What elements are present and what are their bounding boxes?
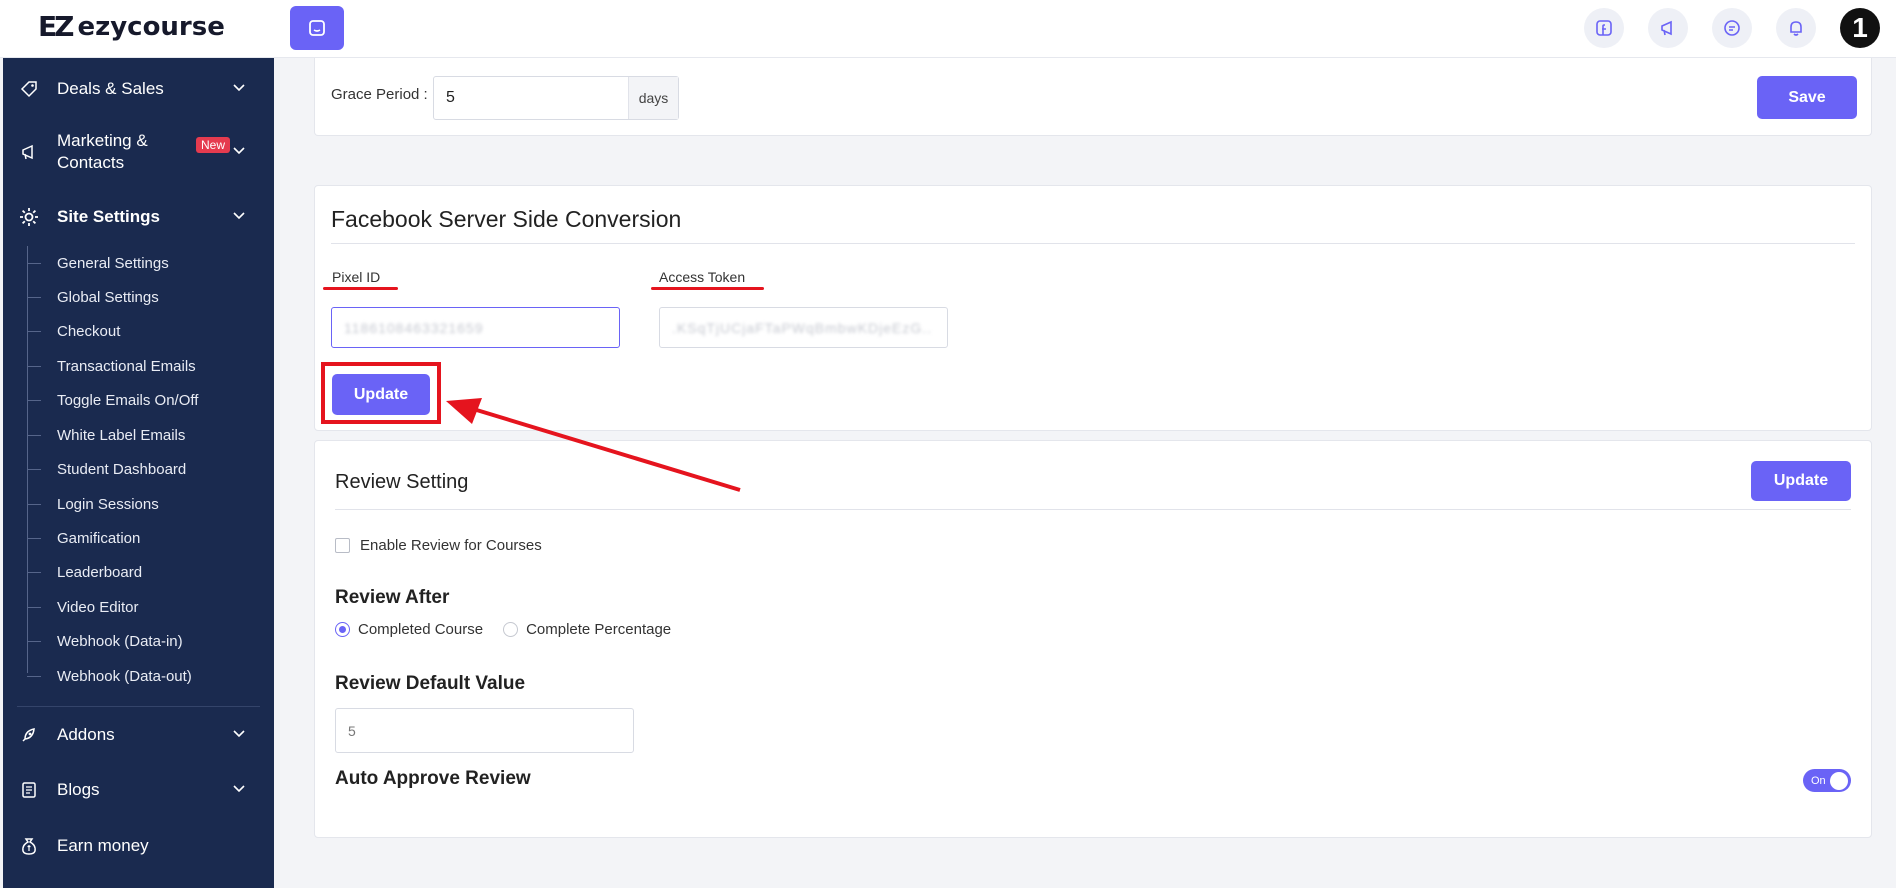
save-button[interactable]: Save — [1757, 76, 1857, 119]
facebook-conversion-card: Facebook Server Side Conversion Pixel ID… — [314, 185, 1872, 431]
review-default-value: 5 — [348, 722, 356, 739]
megaphone-icon — [1661, 20, 1672, 36]
brand-name: ezycourse — [77, 11, 225, 42]
logo-mark-icon: EZ — [38, 10, 74, 43]
toggle-on-label: On — [1811, 774, 1826, 787]
app-switch-button[interactable] — [290, 6, 344, 50]
avatar[interactable]: 1 — [1840, 8, 1880, 48]
enable-review-checkbox[interactable] — [335, 538, 350, 553]
sidebar-subitem-video-editor[interactable]: Video Editor — [27, 590, 138, 624]
completed-course-radio[interactable] — [335, 622, 350, 637]
grace-period-label: Grace Period : — [331, 86, 428, 103]
update-annotation-box — [321, 362, 441, 424]
review-after-title: Review After — [335, 587, 450, 608]
sidebar-subitem-general-settings[interactable]: General Settings — [27, 246, 169, 280]
sidebar-subitem-toggle-emails[interactable]: Toggle Emails On/Off — [27, 383, 198, 417]
gear-icon — [17, 205, 41, 229]
pixel-id-label: Pixel ID — [332, 269, 381, 285]
sidebar-item-label: Site Settings — [57, 207, 160, 226]
rocket-icon — [17, 723, 41, 747]
complete-percentage-radio[interactable] — [503, 622, 519, 637]
auto-approve-title: Auto Approve Review — [335, 768, 531, 789]
brand-logo[interactable]: EZ ezycourse — [38, 10, 225, 43]
document-icon — [17, 778, 41, 802]
completed-course-label: Completed Course — [358, 621, 484, 638]
new-badge: New — [196, 137, 231, 153]
sidebar-item-label: Marketing & Contacts — [57, 131, 148, 172]
sidebar-subitem-webhook-out[interactable]: Webhook (Data-out) — [27, 659, 192, 693]
review-after-options: Completed Course Complete Percentage — [335, 621, 671, 638]
sidebar-item-earn-money[interactable]: Earn money — [3, 829, 274, 863]
pixel-id-annotation-underline — [323, 287, 398, 290]
card-divider — [331, 243, 1855, 244]
sidebar-subitem-webhook-in[interactable]: Webhook (Data-in) — [27, 624, 183, 658]
facebook-button[interactable] — [1584, 8, 1624, 48]
auto-approve-toggle[interactable]: On — [1803, 769, 1851, 792]
chat-icon — [1724, 20, 1740, 36]
top-bar: EZ ezycourse 1 — [0, 0, 1896, 58]
sidebar-item-label: Earn money — [57, 836, 149, 855]
chevron-down-icon — [232, 142, 246, 162]
review-default-input[interactable]: 5 — [335, 708, 634, 753]
sidebar-subitem-login-sessions[interactable]: Login Sessions — [27, 487, 159, 521]
sidebar-item-label: Blogs — [57, 780, 100, 799]
sidebar-item-deals[interactable]: Deals & Sales — [3, 72, 274, 106]
sidebar-item-site-settings[interactable]: Site Settings — [3, 200, 274, 234]
top-icons: 1 — [1584, 8, 1880, 48]
sidebar-subitem-gamification[interactable]: Gamification — [27, 521, 140, 555]
review-default-title: Review Default Value — [335, 673, 526, 694]
access-token-label: Access Token — [659, 269, 746, 285]
sidebar-subitem-white-label-emails[interactable]: White Label Emails — [27, 418, 185, 452]
chevron-down-icon — [232, 79, 246, 99]
sidebar-subitem-global-settings[interactable]: Global Settings — [27, 280, 159, 314]
enable-review-row: Enable Review for Courses — [335, 537, 542, 554]
review-update-button[interactable]: Update — [1751, 461, 1851, 501]
facebook-conversion-title: Facebook Server Side Conversion — [331, 206, 682, 232]
enable-review-label: Enable Review for Courses — [360, 537, 542, 554]
chevron-down-icon — [232, 780, 246, 800]
sidebar-item-marketing[interactable]: Marketing & Contacts New — [3, 128, 274, 176]
chevron-down-icon — [232, 725, 246, 745]
review-setting-card: Review Setting Update Enable Review for … — [314, 440, 1872, 838]
announcements-button[interactable] — [1648, 8, 1688, 48]
sidebar: Deals & Sales Marketing & Contacts New S… — [3, 58, 274, 888]
notifications-button[interactable] — [1776, 8, 1816, 48]
grace-period-input[interactable]: 5 — [434, 77, 628, 119]
access-token-annotation-underline — [651, 287, 764, 290]
sidebar-subitem-leaderboard[interactable]: Leaderboard — [27, 555, 142, 589]
sidebar-item-blogs[interactable]: Blogs — [3, 773, 274, 807]
sidebar-subitem-transactional-emails[interactable]: Transactional Emails — [27, 349, 196, 383]
tag-icon — [17, 77, 41, 101]
review-setting-title: Review Setting — [335, 471, 469, 493]
app-switch-icon — [309, 20, 325, 36]
chevron-down-icon — [232, 207, 246, 227]
grace-period-suffix: days — [628, 77, 678, 119]
sidebar-item-label: Addons — [57, 725, 115, 744]
access-token-value: .KSqTjUCjaFTaPWqBmbwKDjeEzG.. — [672, 319, 933, 336]
grace-period-input-group: 5 days — [433, 76, 679, 120]
chat-button[interactable] — [1712, 8, 1752, 48]
money-bag-icon — [17, 834, 41, 858]
sidebar-divider — [17, 706, 260, 707]
access-token-input[interactable]: .KSqTjUCjaFTaPWqBmbwKDjeEzG.. — [659, 307, 948, 348]
megaphone-icon — [17, 140, 41, 164]
sidebar-item-addons[interactable]: Addons — [3, 718, 274, 752]
facebook-icon — [1596, 20, 1612, 36]
toggle-knob — [1830, 771, 1848, 790]
sidebar-subitem-checkout[interactable]: Checkout — [27, 314, 120, 348]
bell-icon — [1790, 21, 1802, 36]
card-divider — [335, 509, 1851, 510]
sidebar-item-label: Deals & Sales — [57, 79, 164, 98]
pixel-id-input[interactable]: 1186108463321659 — [331, 307, 620, 348]
sidebar-subitem-student-dashboard[interactable]: Student Dashboard — [27, 452, 186, 486]
grace-period-card: Grace Period : 5 days Save — [314, 58, 1872, 136]
complete-percentage-label: Complete Percentage — [526, 621, 672, 638]
pixel-id-value: 1186108463321659 — [344, 319, 484, 336]
